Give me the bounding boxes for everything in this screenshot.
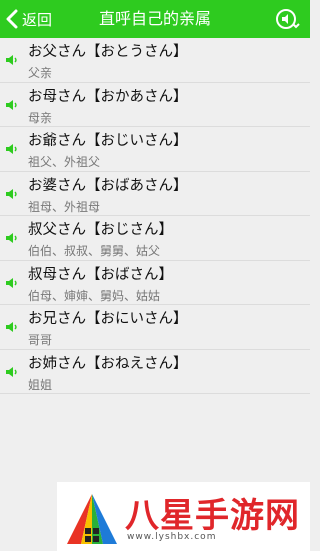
speaker-icon[interactable] xyxy=(5,99,18,111)
japanese-term: お婆さん【おばあさん】 xyxy=(28,177,188,194)
list-item[interactable]: お婆さん【おばあさん】 祖母、外祖母 xyxy=(0,172,310,216)
chinese-meaning: 祖母、外祖母 xyxy=(28,199,101,214)
list-item[interactable]: お姉さん【おねえさん】 姐姐 xyxy=(0,350,310,394)
chinese-meaning: 姐姐 xyxy=(28,377,53,392)
page-title: 直呼自己的亲属 xyxy=(98,9,211,28)
japanese-term: お爺さん【おじいさん】 xyxy=(28,133,188,149)
list-item[interactable]: 叔母さん【おばさん】 伯母、婶婶、舅妈、姑姑 xyxy=(0,261,310,305)
list-item[interactable]: お父さん【おとうさん】 父亲 xyxy=(0,38,310,83)
chinese-meaning: 伯伯、叔叔、舅舅、姑父 xyxy=(28,244,161,258)
japanese-term: お姉さん【おねえさん】 xyxy=(28,355,188,372)
speaker-icon[interactable] xyxy=(5,321,18,333)
speaker-icon[interactable] xyxy=(5,143,18,155)
auto-play-button[interactable] xyxy=(274,7,300,31)
chinese-meaning: 母亲 xyxy=(28,110,53,125)
watermark-text: 八星手游网 xyxy=(125,496,300,536)
list-item[interactable]: 叔父さん【おじさん】 伯伯、叔叔、舅舅、姑父 xyxy=(0,216,310,261)
japanese-term: お父さん【おとうさん】 xyxy=(28,44,188,60)
speaker-icon[interactable] xyxy=(5,232,18,244)
chinese-meaning: 祖父、外祖父 xyxy=(28,155,101,169)
list-item[interactable]: お爺さん【おじいさん】 祖父、外祖父 xyxy=(0,127,310,172)
watermark-url: www.lyshbx.com xyxy=(127,532,217,542)
japanese-term: 叔父さん【おじさん】 xyxy=(28,222,173,238)
speaker-icon[interactable] xyxy=(5,54,18,66)
japanese-term: 叔母さん【おばさん】 xyxy=(28,266,173,283)
watermark-banner: 八星手游网 www.lyshbx.com xyxy=(57,482,310,551)
chinese-meaning: 哥哥 xyxy=(28,333,53,347)
speaker-icon[interactable] xyxy=(5,366,18,378)
speaker-icon[interactable] xyxy=(5,188,18,200)
japanese-term: お兄さん【おにいさん】 xyxy=(28,311,188,327)
japanese-term: お母さん【おかあさん】 xyxy=(28,88,188,105)
site-logo xyxy=(67,494,117,544)
kinship-list: お父さん【おとうさん】 父亲 お母さん【おかあさん】 母亲 お爺さん【おじいさん】 祖父、… xyxy=(0,38,310,394)
speaker-icon[interactable] xyxy=(5,277,18,289)
list-item[interactable]: お兄さん【おにいさん】 哥哥 xyxy=(0,305,310,350)
chinese-meaning: 伯母、婶婶、舅妈、姑姑 xyxy=(28,288,161,303)
list-item[interactable]: お母さん【おかあさん】 母亲 xyxy=(0,83,310,127)
chinese-meaning: 父亲 xyxy=(28,66,53,80)
top-bar: 返回 直呼自己的亲属 xyxy=(0,0,310,38)
